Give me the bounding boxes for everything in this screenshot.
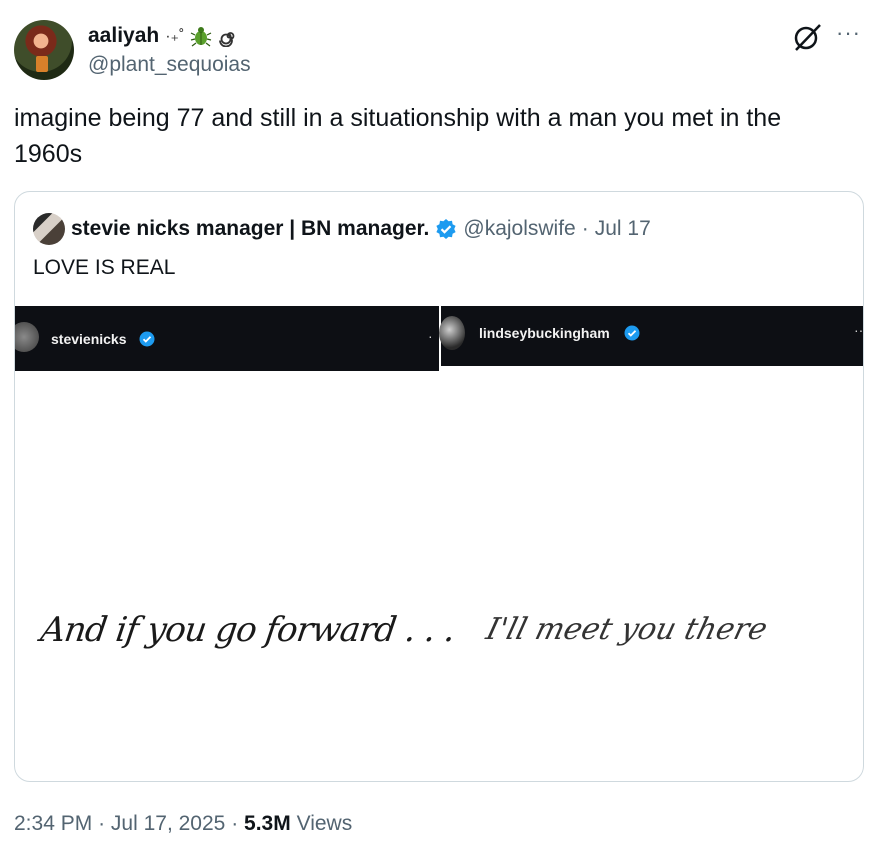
ig-username-lindseybuckingham: lindseybuckingham xyxy=(479,325,610,341)
quote-handle[interactable]: @kajolswife xyxy=(463,217,575,241)
quote-author-name[interactable]: stevie nicks manager | BN manager. xyxy=(71,217,429,241)
tweet-text: imagine being 77 and still in a situatio… xyxy=(14,104,782,168)
author-avatar[interactable] xyxy=(14,20,74,80)
author-name-row: aaliyah ·₊˚ xyxy=(88,22,240,50)
grok-icon[interactable] xyxy=(790,22,824,52)
verified-badge-icon xyxy=(624,325,640,341)
more-options-icon[interactable]: ··· xyxy=(836,20,861,46)
more-options-icon: ·· xyxy=(854,322,864,338)
handwriting-right: I'll meet you there xyxy=(482,612,771,647)
views-label: Views xyxy=(296,812,353,835)
quote-header: stevie nicks manager | BN manager. @kajo… xyxy=(33,212,651,246)
author-handle[interactable]: @plant_sequoias xyxy=(88,53,251,77)
verified-badge-icon xyxy=(139,331,155,347)
quote-date[interactable]: Jul 17 xyxy=(595,217,651,241)
verified-badge-icon xyxy=(436,219,456,239)
quote-text: LOVE IS REAL xyxy=(33,256,176,279)
instagram-header-stevienicks: stevienicks · xyxy=(15,306,439,371)
tweet-footer: 2:34 PM · Jul 17, 2025 · 5.3M Views xyxy=(14,812,352,836)
ig-username-stevienicks: stevienicks xyxy=(51,331,127,347)
name-decoration: ·₊˚ xyxy=(165,28,185,45)
author-name[interactable]: aaliyah xyxy=(88,24,159,48)
beetle-emoji-icon xyxy=(191,27,212,47)
tweet-time[interactable]: 2:34 PM xyxy=(14,812,92,835)
spiral-emoji-icon xyxy=(219,32,235,47)
ig-avatar-stevienicks xyxy=(15,322,39,352)
more-options-icon: · xyxy=(428,328,433,344)
tweet-date[interactable]: Jul 17, 2025 xyxy=(111,812,225,835)
quote-separator: · xyxy=(581,217,589,240)
quoted-tweet[interactable]: stevie nicks manager | BN manager. @kajo… xyxy=(14,191,864,782)
footer-separator: · xyxy=(98,812,106,835)
ig-avatar-lindseybuckingham xyxy=(439,316,465,350)
footer-separator: · xyxy=(231,812,239,835)
instagram-header-lindseybuckingham: lindseybuckingham ·· xyxy=(439,306,864,366)
views-count: 5.3M xyxy=(244,812,291,835)
quote-avatar[interactable] xyxy=(33,213,65,245)
handwriting-left: And if you go forward . . . xyxy=(38,610,458,650)
